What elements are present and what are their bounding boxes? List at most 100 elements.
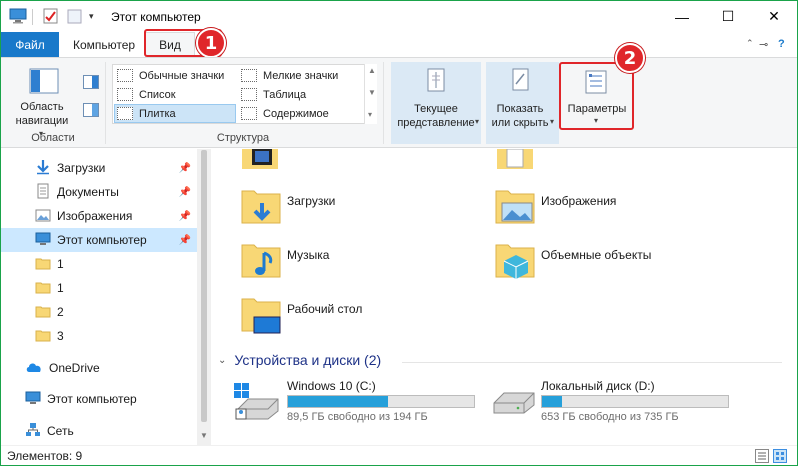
pin-icon[interactable]: 📌 [179,163,191,174]
layout-details[interactable]: Таблица [241,85,306,104]
folder-tile-music[interactable]: Музыка [236,237,466,285]
folder-tile-downloads[interactable]: Загрузки [236,183,466,231]
separator [32,9,33,25]
title-bar: ▾ Этот компьютер — ☐ ✕ [1,1,797,32]
computer-icon [25,390,41,409]
folder-tile-pictures[interactable]: Изображения [492,183,752,231]
show-hide-label-2: или скрыть [491,117,549,129]
minimize-button[interactable]: — [659,1,705,32]
quick-access-dropdown-icon[interactable]: ▾ [89,11,94,22]
pictures-icon [35,207,51,226]
close-button[interactable]: ✕ [751,1,797,32]
nav-item-folder[interactable]: 2 [1,300,197,324]
content-area: Загрузки Изображения Музыка Объемные объ… [212,149,797,445]
group-separator [383,62,384,144]
devices-section-header[interactable]: ⌄ Устройства и диски (2) [218,352,381,368]
local-drive-icon [488,381,538,424]
downloads-folder-icon [240,185,282,230]
nav-scrollbar-thumb[interactable] [201,150,207,422]
layout-list[interactable]: Список [117,85,176,104]
details-icon [241,88,257,101]
layout-item-label: Содержимое [263,107,329,120]
drive-free-space: 89,5 ГБ свободно из 194 ГБ [287,411,428,423]
group-areas-label: Области [31,132,75,144]
ribbon-tabs: Файл Компьютер Вид ⊸ ? ⌃ [1,32,797,57]
layout-small-icons[interactable]: Мелкие значки [241,66,338,85]
layout-content[interactable]: Содержимое [241,104,329,123]
details-pane-icon[interactable] [83,103,99,120]
tile-label: Загрузки [287,194,336,208]
layout-tiles[interactable]: Плитка [114,104,236,123]
new-folder-icon[interactable] [67,8,83,27]
drive-tile-d[interactable]: Локальный диск (D:) 653 ГБ свободно из 7… [488,377,748,427]
layout-medium-icons[interactable]: Обычные значки [117,66,224,85]
nav-item-label: OneDrive [49,361,100,375]
properties-icon[interactable] [43,8,59,27]
current-view-dropdown-icon: ▾ [475,117,480,126]
nav-item-network[interactable]: Сеть [1,419,197,443]
current-view-icon [424,68,448,95]
preview-pane-icon[interactable] [83,75,99,92]
tab-file[interactable]: Файл [1,32,59,57]
pin-ribbon-icon[interactable]: ⊸ [759,38,768,51]
show-hide-icon [510,68,532,95]
window-title: Этот компьютер [111,10,201,24]
annotation-badge-2: 2 [615,43,645,73]
show-hide-button[interactable]: Показать или скрыть ▾ [486,62,559,144]
small-icons-icon [241,69,257,82]
tile-label: Музыка [287,248,330,262]
help-icon[interactable]: ? [778,38,785,50]
network-icon [25,422,41,441]
nav-item-downloads[interactable]: Загрузки 📌 [1,156,197,180]
drive-usage-bar [541,395,729,408]
nav-item-label: 3 [57,329,64,343]
folder-tile-desktop[interactable]: Рабочий стол [236,291,466,339]
collapse-ribbon-icon[interactable]: ⌃ [746,38,754,49]
nav-item-pictures[interactable]: Изображения 📌 [1,204,197,228]
3d-objects-folder-icon [494,239,536,284]
scroll-up-icon[interactable]: ▲ [368,66,376,75]
pin-icon[interactable]: 📌 [179,187,191,198]
medium-icons-icon [117,69,133,82]
scroll-down-icon[interactable]: ▼ [368,88,376,97]
nav-item-label: Загрузки [57,161,106,175]
nav-item-folder[interactable]: 1 [1,276,197,300]
nav-item-folder[interactable]: 1 [1,252,197,276]
current-view-label-1: Текущее [414,103,458,115]
gallery-expand-icon[interactable]: ▾ [368,110,372,119]
layout-item-label: Плитка [139,107,176,120]
highlight-options-button [559,62,634,130]
drive-usage-fill [542,396,563,407]
videos-folder-icon[interactable] [240,149,280,174]
nav-item-folder[interactable]: 3 [1,324,197,348]
current-view-button[interactable]: Текущее представление ▾ [391,62,481,144]
nav-item-onedrive[interactable]: OneDrive [1,356,197,380]
details-view-icon[interactable] [755,449,769,465]
layout-item-label: Обычные значки [139,69,225,82]
nav-item-label: 1 [57,257,64,271]
chevron-down-icon[interactable]: ⌄ [218,355,226,366]
layout-gallery-scroll[interactable]: ▲ ▼ ▾ [364,64,377,124]
nav-item-this-pc[interactable]: Этот компьютер 📌 [1,228,197,252]
annotation-badge-1: 1 [196,28,226,58]
folder-tile-3d-objects[interactable]: Объемные объекты [492,237,752,285]
pictures-folder-icon [494,185,536,230]
maximize-button[interactable]: ☐ [705,1,751,32]
computer-icon[interactable] [9,8,27,27]
drive-tile-c[interactable]: Windows 10 (C:) 89,5 ГБ свободно из 194 … [232,377,482,427]
section-divider [402,362,782,363]
navigation-pane-button[interactable]: Область навигации [7,62,77,128]
pin-icon[interactable]: 📌 [179,235,191,246]
tab-computer[interactable]: Компьютер [73,32,135,57]
layout-item-label: Мелкие значки [263,69,339,82]
large-icons-view-icon[interactable] [773,449,787,465]
pin-icon[interactable]: 📌 [179,211,191,222]
scroll-down-icon[interactable]: ▼ [200,431,208,440]
nav-item-documents[interactable]: Документы 📌 [1,180,197,204]
item-count: Элементов: 9 [7,449,83,463]
drive-usage-bar [287,395,475,408]
nav-item-this-pc-root[interactable]: Этот компьютер [1,387,197,411]
show-hide-dropdown-icon: ▾ [550,117,555,126]
folder-icon [35,327,51,346]
documents-folder-icon[interactable] [495,149,535,174]
